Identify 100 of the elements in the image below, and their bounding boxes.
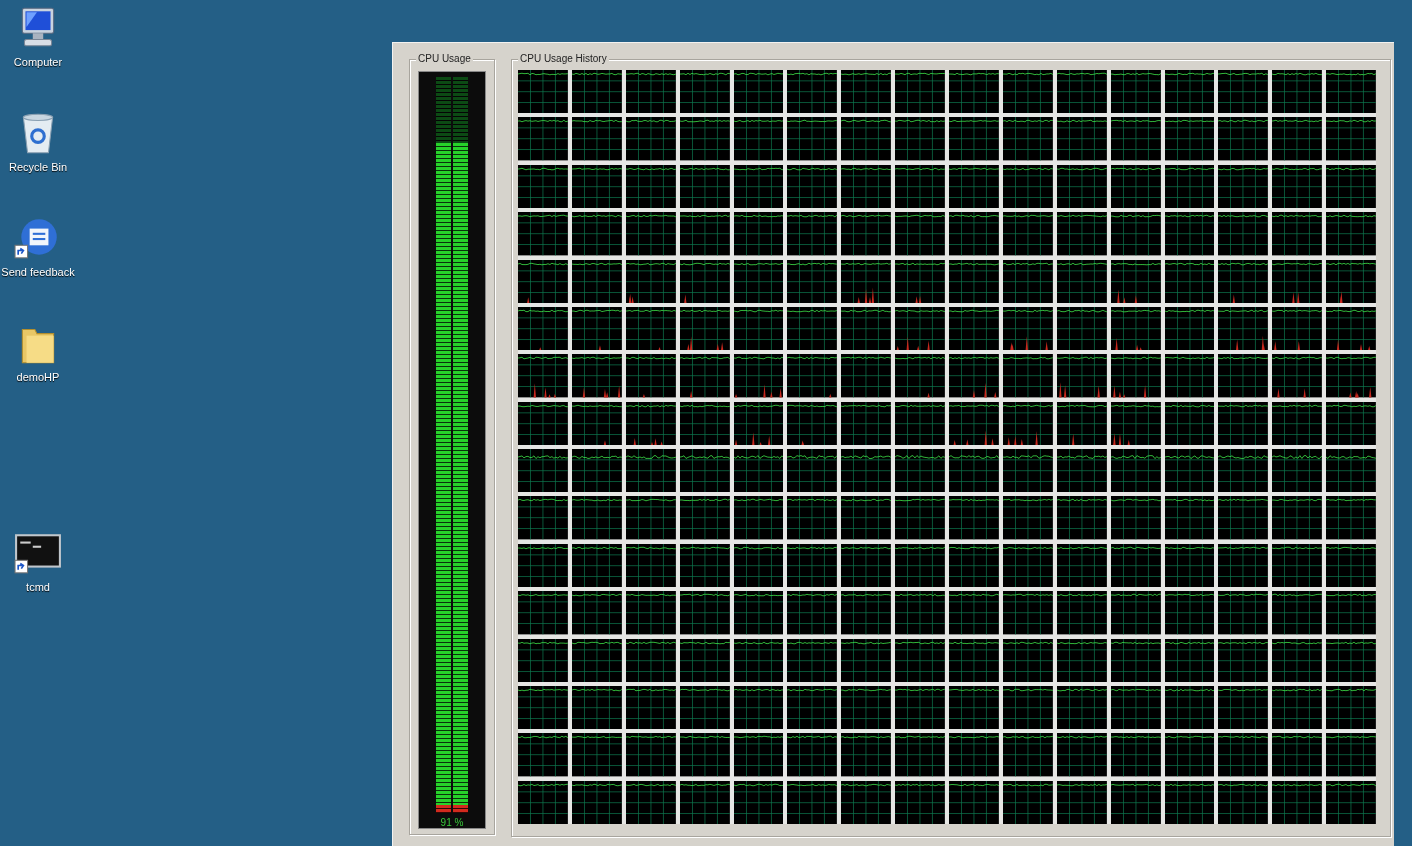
cpu-graph (895, 543, 945, 588)
cpu-graph (1272, 70, 1323, 114)
icon-label[interactable]: Recycle Bin (8, 161, 68, 173)
cpu-graph (518, 638, 568, 682)
cpu-graph (571, 780, 622, 824)
cpu-graph (518, 401, 568, 445)
cpu-graph (571, 70, 622, 114)
cpu-graph (1056, 449, 1107, 493)
cpu-graph (518, 70, 568, 114)
cpu-graph (949, 449, 999, 493)
cpu-graph (1218, 354, 1269, 398)
cpu-graph (1056, 117, 1107, 161)
cpu-graph (625, 117, 676, 161)
cpu-graph (625, 685, 676, 730)
cpu-graph (841, 306, 892, 351)
cpu-graph (1272, 117, 1323, 161)
cpu-graph (949, 591, 999, 635)
cpu-graph (679, 449, 730, 493)
icon-label[interactable]: Send feedback (1, 266, 75, 278)
cpu-graph (787, 496, 838, 540)
cpu-graph (1272, 638, 1323, 682)
usage-reading: 91 % (440, 817, 464, 828)
cpu-graph (518, 543, 568, 588)
cpu-graph (1218, 685, 1269, 730)
cpu-graph (841, 543, 892, 588)
cpu-graph (1272, 164, 1323, 209)
cpu-graph (1326, 591, 1376, 635)
cpu-graph (1056, 212, 1107, 256)
cpu-graph (571, 212, 622, 256)
cpu-graph (1218, 543, 1269, 588)
cpu-graph (1272, 449, 1323, 493)
cpu-graph (1110, 496, 1161, 540)
cpu-graph (733, 449, 784, 493)
cpu-graph (1326, 354, 1376, 398)
cpu-graph (1326, 685, 1376, 730)
cpu-graph (518, 117, 568, 161)
cpu-graph (679, 543, 730, 588)
cpu-graph (1002, 780, 1053, 824)
cpu-graph (518, 164, 568, 209)
cpu-graph (1326, 164, 1376, 209)
console-shortcut-icon[interactable] (14, 531, 62, 575)
cpu-graph (895, 685, 945, 730)
cpu-graph (571, 496, 622, 540)
cpu-graph (679, 733, 730, 777)
cpu-graph (1218, 212, 1269, 256)
cpu-graph (1002, 685, 1053, 730)
icon-label[interactable]: Computer (13, 56, 63, 68)
cpu-graph (625, 354, 676, 398)
cpu-graph (1164, 685, 1215, 730)
cpu-graph (1272, 401, 1323, 445)
cpu-graph (1056, 591, 1107, 635)
cpu-graph (1164, 164, 1215, 209)
cpu-graph (518, 306, 568, 351)
cpu-graph (1056, 685, 1107, 730)
cpu-graph (679, 70, 730, 114)
cpu-graph (1218, 70, 1269, 114)
cpu-graph (787, 449, 838, 493)
cpu-graph (949, 70, 999, 114)
group-title: CPU Usage (416, 53, 473, 65)
cpu-graph (949, 780, 999, 824)
cpu-graph (518, 354, 568, 398)
cpu-graph (1272, 212, 1323, 256)
cpu-graph (625, 449, 676, 493)
cpu-graph (733, 259, 784, 303)
cpu-graph (895, 780, 945, 824)
cpu-graph (1110, 259, 1161, 303)
cpu-graph (1272, 591, 1323, 635)
cpu-graph (679, 354, 730, 398)
cpu-graph (733, 591, 784, 635)
cpu-graph (1110, 591, 1161, 635)
cpu-graph (949, 306, 999, 351)
cpu-graph (679, 212, 730, 256)
cpu-graph (895, 591, 945, 635)
cpu-graph (571, 685, 622, 730)
cpu-graph (841, 259, 892, 303)
cpu-graph (895, 164, 945, 209)
cpu-graph (949, 212, 999, 256)
cpu-graph (571, 164, 622, 209)
cpu-graph (787, 117, 838, 161)
cpu-graph (518, 780, 568, 824)
cpu-graph (679, 117, 730, 161)
cpu-graph (1164, 212, 1215, 256)
cpu-graph (787, 780, 838, 824)
cpu-graph (571, 259, 622, 303)
cpu-graph (1326, 401, 1376, 445)
cpu-graph (571, 591, 622, 635)
cpu-graph (841, 212, 892, 256)
cpu-graph (1218, 401, 1269, 445)
cpu-graph (841, 733, 892, 777)
cpu-graph (1218, 733, 1269, 777)
cpu-graph (625, 591, 676, 635)
icon-label[interactable]: demoHP (16, 371, 60, 383)
cpu-graph (841, 591, 892, 635)
cpu-graph (733, 354, 784, 398)
cpu-graph (787, 733, 838, 777)
cpu-graph (949, 685, 999, 730)
cpu-graph (949, 496, 999, 540)
cpu-graph (518, 449, 568, 493)
icon-label[interactable]: tcmd (26, 581, 50, 593)
cpu-graph (1002, 638, 1053, 682)
